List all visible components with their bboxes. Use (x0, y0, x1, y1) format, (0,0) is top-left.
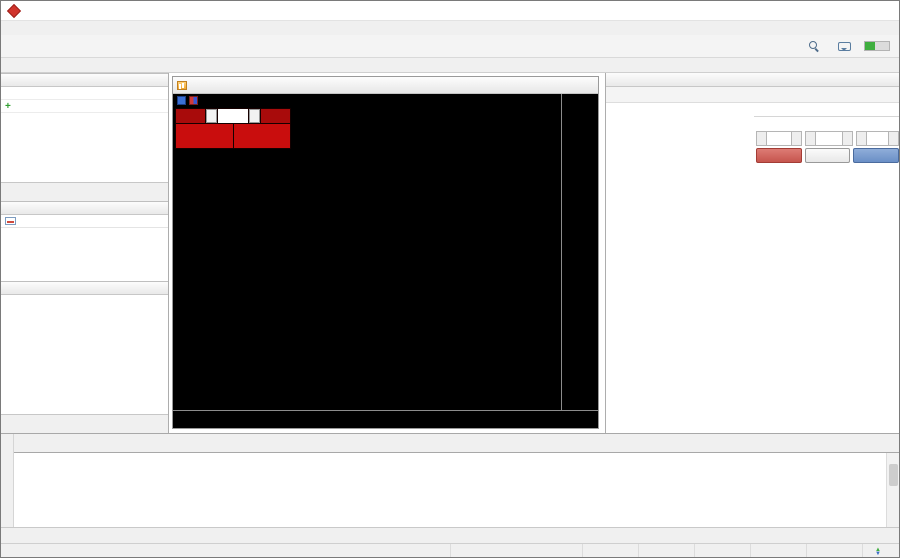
dom-sell-button[interactable] (756, 148, 802, 163)
buy-button[interactable] (261, 109, 290, 123)
sl-up-button[interactable] (791, 131, 802, 146)
chart-window (172, 76, 599, 429)
connection-indicator-icon (864, 41, 890, 51)
maximize-button[interactable] (833, 2, 863, 20)
signals-tabs (14, 434, 899, 452)
volume-down-button[interactable] (206, 109, 217, 123)
market-watch-tabs (1, 182, 168, 201)
chart-window-titlebar[interactable] (173, 77, 598, 94)
toolbox-tab-strip (1, 527, 899, 543)
market-watch-header-row (1, 87, 168, 100)
status-profile[interactable] (451, 544, 583, 558)
search-button[interactable] (803, 37, 824, 56)
dom-buttons (756, 148, 900, 163)
buy-price-button[interactable] (234, 124, 291, 148)
tp-input[interactable] (867, 131, 888, 146)
close-button[interactable] (863, 2, 893, 20)
community-chat-button[interactable] (834, 37, 855, 56)
sl-input[interactable] (767, 131, 791, 146)
depth-of-market-panel (605, 73, 900, 433)
signals-list (14, 452, 899, 527)
tp-up-button[interactable] (888, 131, 899, 146)
minimize-button[interactable] (803, 2, 833, 20)
mt5-window: + (0, 0, 900, 558)
timeframe-bar (1, 58, 899, 73)
add-symbol-icon: + (5, 100, 11, 113)
scrollbar-thumb[interactable] (889, 464, 898, 486)
market-watch-add-row[interactable]: + (1, 100, 168, 113)
sl-down-button[interactable] (756, 131, 767, 146)
toolbox-panel (1, 433, 899, 527)
one-click-trading-panel (175, 108, 291, 149)
sell-button[interactable] (176, 109, 205, 123)
mdi-area (169, 73, 605, 433)
navigator-tree (1, 295, 168, 414)
lot-down-button[interactable] (805, 131, 816, 146)
dom-buy-button[interactable] (853, 148, 899, 163)
signals-scrollbar[interactable] (886, 453, 899, 527)
chart-window-icon (177, 81, 187, 90)
volume-input[interactable] (218, 109, 248, 123)
status-help (1, 544, 451, 558)
tp-down-button[interactable] (856, 131, 867, 146)
oneclick-toggle-icon[interactable] (177, 96, 186, 105)
market-watch-panel: + (1, 73, 168, 201)
dom-col-price (754, 103, 832, 116)
dom-col-trade (846, 103, 900, 116)
sell-price-button[interactable] (176, 124, 233, 148)
left-panel-column: + (1, 73, 169, 433)
toolbox-side-strip (1, 434, 14, 527)
navigator-panel (1, 281, 168, 433)
dom-toolbar (606, 87, 900, 103)
navigator-tabs (1, 414, 168, 433)
app-logo-icon (7, 3, 21, 17)
traffic-icon: ▲▼ (875, 548, 881, 556)
menu-bar (1, 21, 899, 35)
chart-symbol-overlay (177, 96, 201, 105)
chat-icon (838, 42, 851, 51)
title-bar (1, 1, 899, 21)
time-axis (173, 410, 598, 428)
volume-up-button[interactable] (249, 109, 260, 123)
lot-up-button[interactable] (842, 131, 853, 146)
dom-order-controls (756, 131, 900, 146)
data-window-panel (1, 201, 168, 281)
chart-area[interactable] (173, 94, 598, 428)
chart-thumbnail-icon (5, 217, 16, 225)
price-axis (561, 94, 598, 410)
dom-spread-chart (606, 117, 754, 377)
data-window-symbol-row (1, 215, 168, 228)
lot-input[interactable] (816, 131, 842, 146)
status-bar: ▲▼ (1, 543, 899, 558)
dom-column-header (754, 103, 900, 117)
dom-close-button[interactable] (805, 148, 851, 163)
symbol-flag-icon (189, 96, 198, 105)
toolbar (1, 35, 899, 58)
search-icon (809, 41, 819, 51)
